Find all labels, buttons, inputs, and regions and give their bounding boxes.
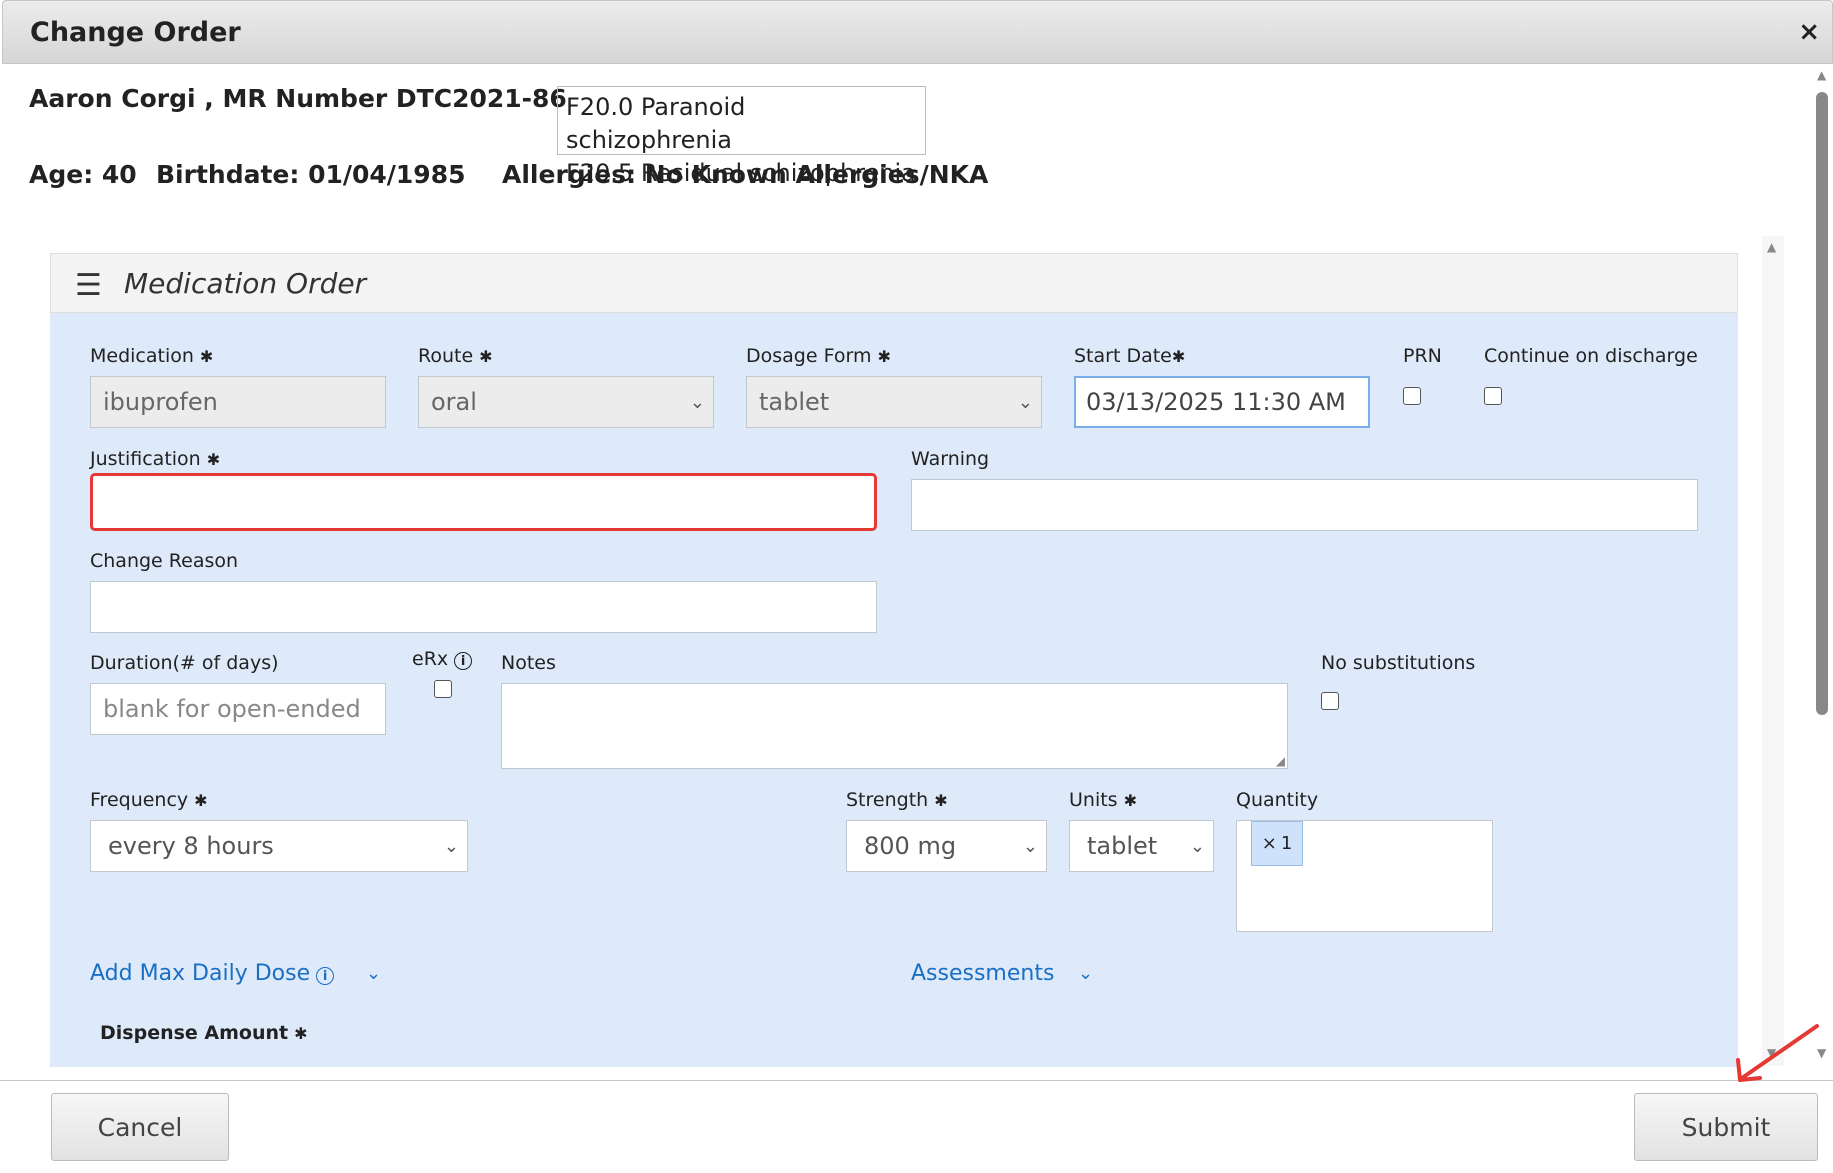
change-reason-input[interactable]: [90, 581, 877, 633]
panel-title: Medication Order: [124, 267, 367, 300]
chevron-down-icon: ⌄: [1022, 835, 1038, 857]
assessments-link[interactable]: Assessments: [911, 961, 1054, 986]
notes-textarea[interactable]: ◢: [501, 683, 1288, 769]
panel-scrollbar[interactable]: ▲ ▼: [1762, 236, 1784, 1066]
erx-checkbox[interactable]: [434, 680, 452, 698]
panel-header: ☰ Medication Order: [50, 253, 1738, 313]
tag-remove-icon[interactable]: ×: [1262, 833, 1277, 854]
dialog-title: Change Order: [30, 17, 241, 48]
required-mark: ✱: [1123, 791, 1137, 810]
quantity-tag-value: 1: [1280, 833, 1293, 854]
required-mark: ✱: [199, 347, 214, 366]
required-mark: ✱: [206, 450, 221, 469]
dosage-form-label: Dosage Form ✱: [746, 345, 891, 367]
info-icon[interactable]: i: [454, 652, 473, 670]
start-date-label: Start Date✱: [1074, 345, 1186, 367]
dispense-amount-label: Dispense Amount ✱: [100, 1022, 308, 1044]
resize-handle-icon[interactable]: ◢: [1276, 754, 1285, 768]
annotation-arrow-icon: [1736, 1024, 1819, 1082]
quantity-label: Quantity: [1236, 789, 1319, 811]
chevron-down-icon: ⌄: [689, 391, 705, 413]
units-select[interactable]: tablet ⌄: [1069, 820, 1214, 872]
medication-order-panel: ☰ Medication Order Medication ✱ ibuprofen…: [50, 253, 1738, 1067]
hamburger-menu-icon[interactable]: ☰: [75, 268, 102, 303]
required-mark: ✱: [877, 347, 891, 366]
patient-name-mr: Aaron Corgi , MR Number DTC2021-86: [29, 84, 567, 113]
patient-allergies: Allergies: No Known Allergies/NKA: [502, 160, 989, 189]
warning-label: Warning: [911, 448, 990, 470]
dialog-scrollbar[interactable]: ▲ ▼: [1812, 66, 1833, 1081]
no-substitutions-label: No substitutions: [1321, 652, 1476, 674]
medication-field[interactable]: ibuprofen: [90, 376, 386, 428]
warning-input[interactable]: [911, 479, 1698, 531]
cancel-button[interactable]: Cancel: [51, 1093, 229, 1161]
add-max-daily-dose-link[interactable]: Add Max Daily Dose i: [90, 961, 335, 986]
notes-label: Notes: [501, 652, 556, 674]
patient-age: Age: 40: [29, 160, 137, 189]
justification-input[interactable]: [90, 473, 877, 531]
change-reason-label: Change Reason: [90, 550, 239, 572]
footer-divider: [0, 1080, 1833, 1081]
chevron-down-icon: ⌄: [1189, 835, 1205, 857]
scroll-up-icon[interactable]: ▲: [1817, 68, 1826, 82]
units-label: Units ✱: [1069, 789, 1137, 811]
no-substitutions-checkbox[interactable]: [1321, 692, 1339, 710]
info-icon[interactable]: i: [316, 967, 335, 985]
duration-input[interactable]: blank for open-ended: [90, 683, 386, 735]
quantity-tag: × 1: [1251, 821, 1303, 866]
erx-label: eRx i: [412, 648, 473, 670]
duration-label: Duration(# of days): [90, 652, 279, 674]
prn-checkbox[interactable]: [1403, 387, 1421, 405]
frequency-select[interactable]: every 8 hours ⌄: [90, 820, 468, 872]
required-mark: ✱: [294, 1024, 308, 1043]
required-mark: ✱: [1171, 347, 1186, 366]
strength-select[interactable]: 800 mg ⌄: [846, 820, 1047, 872]
duration-placeholder: blank for open-ended: [103, 695, 361, 723]
close-icon[interactable]: ×: [1798, 17, 1820, 47]
chevron-down-icon[interactable]: ⌄: [1078, 963, 1093, 984]
route-select[interactable]: oral ⌄: [418, 376, 714, 428]
continue-discharge-label: Continue on discharge: [1484, 345, 1698, 367]
panel-body: Medication ✱ ibuprofen Route ✱ oral ⌄ Dosag…: [50, 313, 1738, 1067]
dosage-form-select[interactable]: tablet ⌄: [746, 376, 1042, 428]
diagnosis-list: F20.0 Paranoid schizophrenia F20.5 Resid…: [557, 86, 926, 187]
route-label: Route ✱: [418, 345, 493, 367]
justification-label: Justification ✱: [90, 448, 221, 470]
submit-button[interactable]: Submit: [1634, 1093, 1818, 1161]
scroll-up-icon[interactable]: ▲: [1767, 240, 1776, 254]
scrollbar-thumb[interactable]: [1816, 92, 1828, 715]
chevron-down-icon: ⌄: [1017, 391, 1033, 413]
dialog-titlebar: Change Order ×: [2, 0, 1833, 64]
patient-birthdate: Birthdate: 01/04/1985: [156, 160, 466, 189]
required-mark: ✱: [934, 791, 948, 810]
continue-discharge-checkbox[interactable]: [1484, 387, 1502, 405]
frequency-label: Frequency ✱: [90, 789, 208, 811]
start-date-input[interactable]: 03/13/2025 11:30 AM: [1074, 376, 1370, 428]
medication-label: Medication ✱: [90, 345, 214, 367]
chevron-down-icon: ⌄: [443, 835, 459, 857]
diagnosis-item: F20.0 Paranoid schizophrenia: [566, 93, 746, 154]
chevron-down-icon[interactable]: ⌄: [366, 963, 381, 984]
prn-label: PRN: [1403, 345, 1442, 367]
strength-label: Strength ✱: [846, 789, 948, 811]
required-mark: ✱: [479, 347, 493, 366]
required-mark: ✱: [194, 791, 208, 810]
